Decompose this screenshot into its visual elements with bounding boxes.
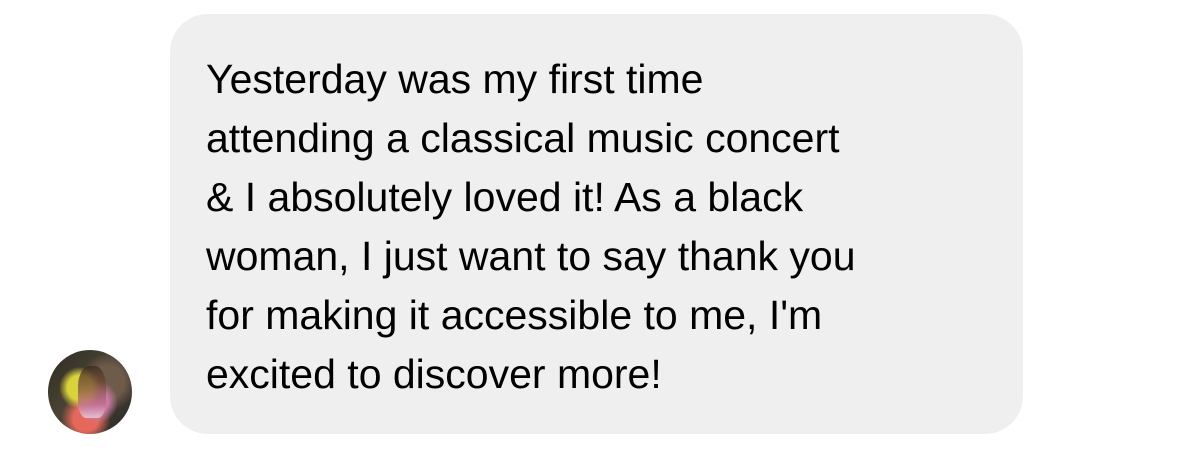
message-bubble[interactable]: Yesterday was my first time attending a … (170, 14, 1023, 434)
message-text: Yesterday was my first time attending a … (206, 56, 856, 397)
message-thread: Yesterday was my first time attending a … (0, 0, 1179, 457)
sender-avatar[interactable] (48, 350, 132, 434)
